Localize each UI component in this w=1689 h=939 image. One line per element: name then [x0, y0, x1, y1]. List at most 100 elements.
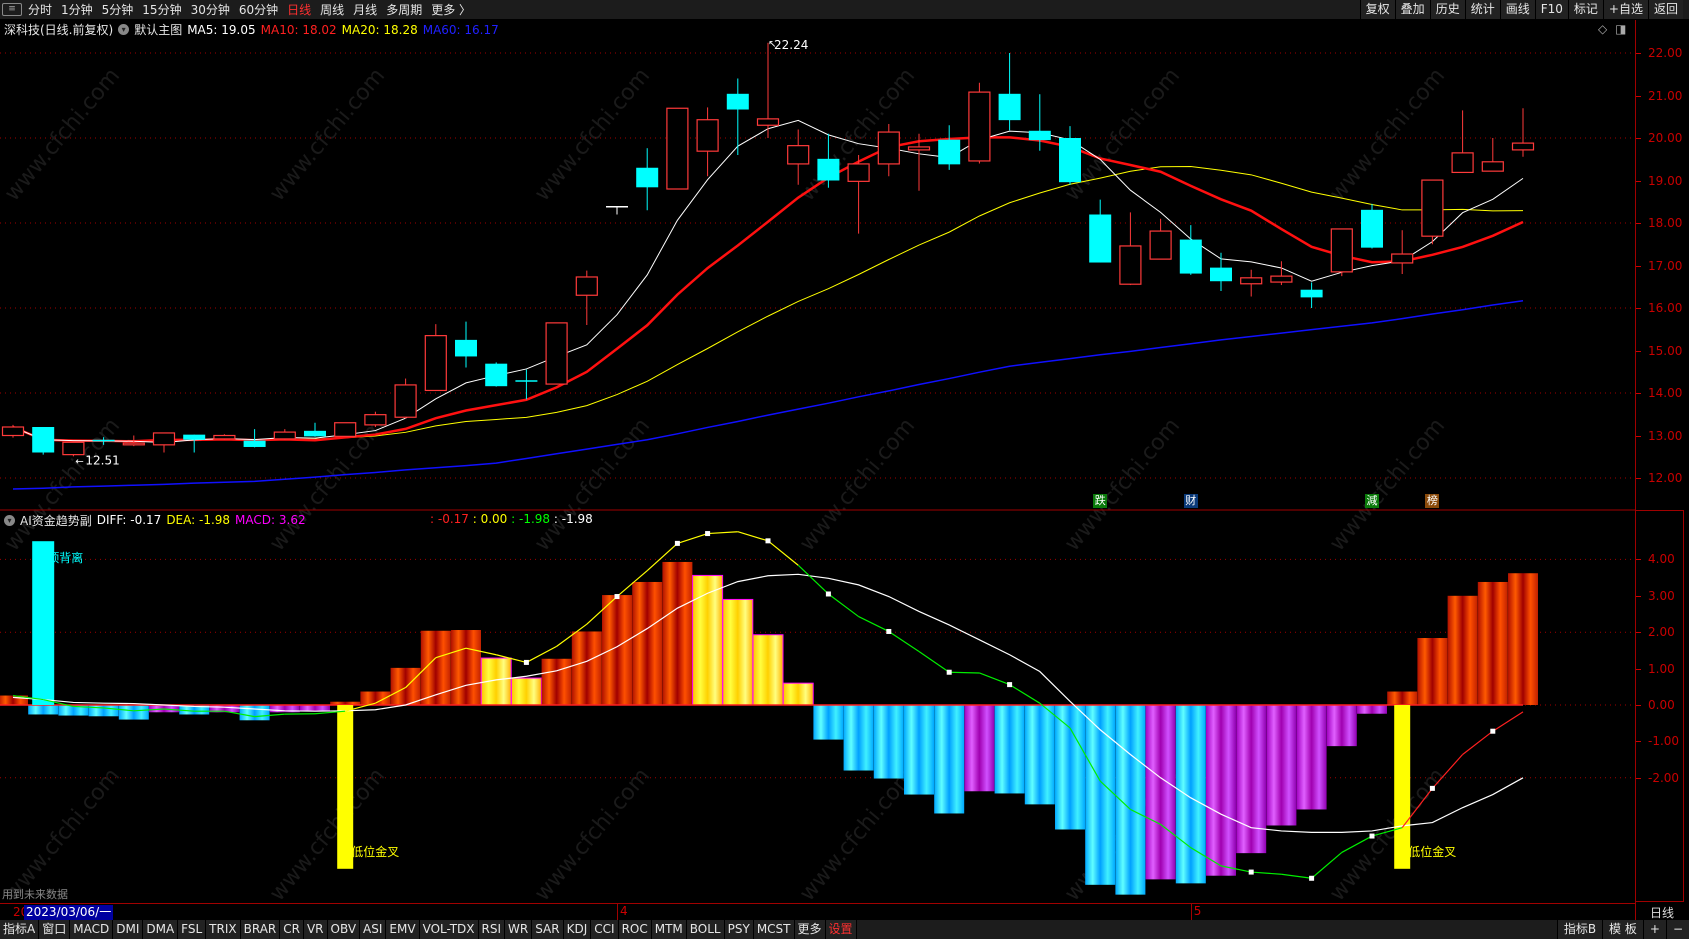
toolbar-button-0[interactable]: 复权 — [1359, 0, 1395, 19]
candle[interactable] — [968, 82, 991, 164]
candle[interactable] — [847, 155, 870, 234]
signal-tag[interactable]: 減 — [1365, 494, 1379, 508]
candle[interactable] — [1361, 203, 1383, 249]
indicator-tab-8[interactable]: CR — [280, 920, 304, 939]
indicator-tab-4[interactable]: DMA — [143, 920, 179, 939]
candle[interactable] — [364, 411, 387, 427]
candle[interactable] — [183, 434, 206, 453]
indicator-tab-0[interactable]: 指标A — [0, 920, 40, 939]
indicator-tab-1[interactable]: 窗口 — [39, 920, 71, 939]
candle[interactable] — [485, 362, 508, 387]
candle[interactable] — [424, 324, 447, 392]
indicator-tab-23[interactable]: MCST — [753, 920, 795, 939]
candle[interactable] — [1089, 199, 1112, 263]
signal-tag[interactable]: 榜 — [1425, 494, 1440, 508]
period-tab-2[interactable]: 5分钟 — [102, 1, 134, 18]
period-tab-9[interactable]: 多周期 — [386, 1, 422, 18]
toolbar-button-4[interactable]: 画线 — [1499, 0, 1535, 19]
candle[interactable] — [1, 424, 25, 438]
indicator-tab-11[interactable]: ASI — [360, 920, 387, 939]
candle[interactable] — [62, 441, 85, 457]
toolbar-button-7[interactable]: +自选 — [1602, 0, 1648, 19]
indicator-tab-19[interactable]: ROC — [618, 920, 652, 939]
candle[interactable] — [334, 422, 357, 437]
indicator-tab-9[interactable]: VR — [303, 920, 328, 939]
candle[interactable] — [1210, 252, 1232, 291]
toolbar-button-6[interactable]: 标记 — [1567, 0, 1603, 19]
indicator-tab-17[interactable]: KDJ — [563, 920, 592, 939]
candle[interactable] — [1059, 126, 1081, 185]
candle[interactable] — [1300, 282, 1323, 309]
indicator-tab-2[interactable]: MACD — [70, 920, 114, 939]
candle[interactable] — [666, 107, 689, 190]
period-tab-4[interactable]: 30分钟 — [191, 1, 230, 18]
indicator-chart[interactable] — [0, 510, 1635, 902]
indicator-tab-6[interactable]: TRIX — [206, 920, 241, 939]
candle[interactable] — [304, 422, 326, 437]
period-tab-6[interactable]: 日线 — [287, 1, 311, 18]
period-tab-1[interactable]: 1分钟 — [61, 1, 93, 18]
candle[interactable] — [998, 53, 1021, 131]
candle[interactable] — [32, 427, 55, 455]
candle[interactable] — [1451, 110, 1474, 174]
candle[interactable] — [243, 429, 266, 448]
candle[interactable] — [1270, 261, 1293, 286]
indicator-dropdown-icon[interactable]: ▾ — [4, 514, 15, 526]
candle[interactable] — [1421, 179, 1444, 245]
toolbar-button-5[interactable]: F10 — [1534, 0, 1568, 19]
candle[interactable] — [726, 78, 749, 156]
candle[interactable] — [455, 321, 477, 368]
menu-icon[interactable]: ≡ — [2, 3, 22, 16]
period-tab-3[interactable]: 15分钟 — [142, 1, 181, 18]
candle[interactable] — [515, 369, 538, 400]
candle[interactable] — [1391, 230, 1414, 274]
period-tab-5[interactable]: 60分钟 — [239, 1, 278, 18]
indicator-tab-10[interactable]: OBV — [327, 920, 361, 939]
candle[interactable] — [1481, 138, 1504, 172]
signal-tag[interactable]: 财 — [1183, 494, 1198, 508]
bottom-right-tab-3[interactable]: − — [1665, 920, 1689, 939]
indicator-tab-3[interactable]: DMI — [113, 920, 144, 939]
toolbar-button-2[interactable]: 历史 — [1429, 0, 1465, 19]
candle[interactable] — [696, 107, 719, 177]
candle[interactable] — [1511, 108, 1535, 157]
bottom-right-tab-1[interactable]: 模 板 — [1602, 920, 1643, 939]
period-tab-0[interactable]: 分时 — [28, 1, 52, 18]
indicator-tab-16[interactable]: SAR — [532, 920, 564, 939]
indicator-tab-13[interactable]: VOL-TDX — [419, 920, 479, 939]
candle[interactable] — [575, 270, 598, 325]
candle[interactable] — [606, 206, 628, 215]
candle[interactable] — [394, 378, 417, 419]
candle[interactable] — [1330, 228, 1353, 277]
candle[interactable] — [273, 429, 296, 440]
indicator-tab-18[interactable]: CCI — [591, 920, 619, 939]
candle[interactable] — [817, 133, 840, 188]
price-chart[interactable]: 22.24 12.51 ↖ ← — [0, 20, 1635, 511]
indicator-tab-15[interactable]: WR — [505, 920, 533, 939]
indicator-tab-20[interactable]: MTM — [651, 920, 687, 939]
candle[interactable] — [636, 148, 659, 211]
candle[interactable] — [92, 437, 115, 445]
candle[interactable] — [1119, 212, 1142, 286]
indicator-tab-14[interactable]: RSI — [478, 920, 506, 939]
indicator-tab-5[interactable]: FSL — [178, 920, 207, 939]
candle[interactable] — [877, 123, 900, 177]
signal-tag[interactable]: 跌 — [1093, 494, 1108, 508]
indicator-tab-12[interactable]: EMV — [386, 920, 420, 939]
period-tab-8[interactable]: 月线 — [353, 1, 377, 18]
indicator-tab-7[interactable]: BRAR — [240, 920, 281, 939]
indicator-name[interactable]: AI资金趋势副 — [20, 512, 92, 529]
candle[interactable] — [152, 432, 176, 453]
candle[interactable] — [1240, 269, 1263, 297]
bottom-right-tab-0[interactable]: 指标B — [1556, 920, 1603, 939]
toolbar-button-1[interactable]: 叠加 — [1394, 0, 1430, 19]
candle[interactable] — [213, 434, 236, 440]
period-tab-7[interactable]: 周线 — [320, 1, 344, 18]
toolbar-button-8[interactable]: 返回 — [1647, 0, 1683, 19]
indicator-tab-25[interactable]: 设置 — [825, 920, 857, 939]
indicator-tab-22[interactable]: PSY — [724, 920, 754, 939]
indicator-tab-24[interactable]: 更多 — [794, 920, 826, 939]
toolbar-button-3[interactable]: 统计 — [1464, 0, 1500, 19]
bottom-right-tab-2[interactable]: + — [1642, 920, 1666, 939]
indicator-tab-21[interactable]: BOLL — [686, 920, 725, 939]
